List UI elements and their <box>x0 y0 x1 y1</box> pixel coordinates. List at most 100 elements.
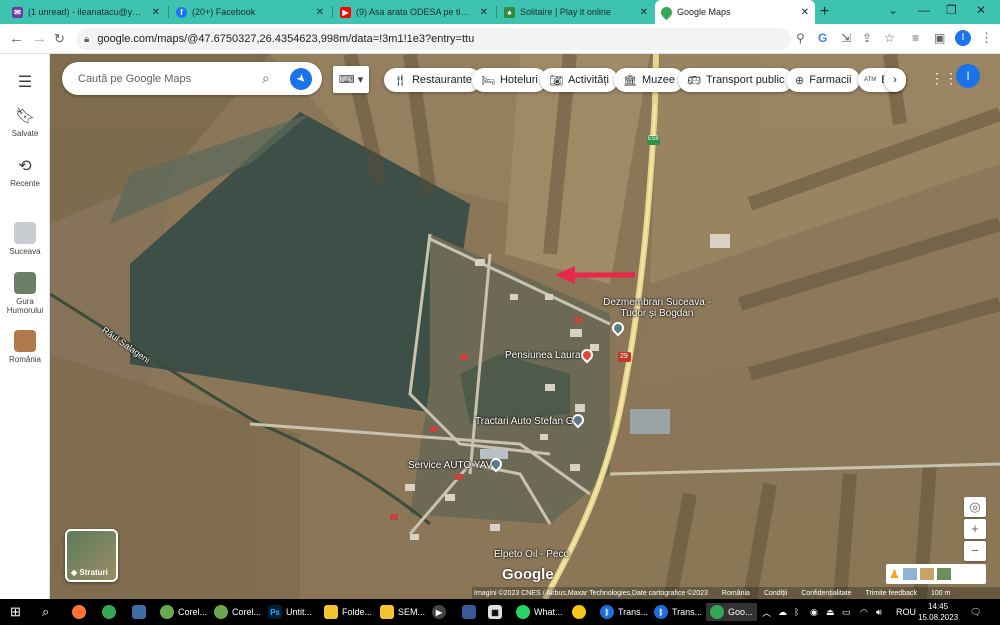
windows-start-icon[interactable]: ⊞ <box>10 603 21 621</box>
tray-bluetooth-icon[interactable]: ᛒ <box>794 603 799 621</box>
pharmacy-icon: ⊕ <box>795 74 805 87</box>
back-button[interactable]: ← <box>9 30 24 47</box>
close-icon[interactable]: ✕ <box>480 7 488 18</box>
taskbar-corel-1[interactable]: Corel... <box>160 603 207 621</box>
rail-saved[interactable]: 🔖︎ Salvate <box>0 106 50 138</box>
search-icon[interactable]: ⌕ <box>262 70 290 87</box>
tray-network-icon[interactable]: ▭ <box>842 603 851 621</box>
share-icon[interactable]: ⇪ <box>862 31 872 45</box>
chrome-menu-icon[interactable]: ⋮ <box>980 30 993 46</box>
chip-muzee[interactable]: 🏛︎ Muzee <box>614 68 684 92</box>
close-window-button[interactable]: ✕ <box>976 3 986 17</box>
rail-place-romania[interactable]: România <box>0 330 50 364</box>
place-label-tractari[interactable]: Tractari Auto Stefan G <box>475 416 574 427</box>
notifications-icon[interactable]: 🗨︎ <box>970 603 981 621</box>
tab-solitaire[interactable]: ♠ Solitaire | Play it online ✕ <box>498 2 654 22</box>
taskbar-folder-2[interactable]: SEM... <box>380 603 425 621</box>
tab-search-icon[interactable]: ⌄ <box>888 3 898 17</box>
taskbar-save[interactable] <box>462 603 480 621</box>
zoom-in-button[interactable]: + <box>964 519 986 539</box>
taskbar-bluetooth-1[interactable]: ᛒ Trans... <box>600 603 648 621</box>
restore-button[interactable]: ❐ <box>946 3 957 17</box>
tab-google-maps[interactable]: Google Maps ✕ <box>655 0 815 24</box>
taskbar-whatsapp[interactable]: What... <box>516 603 563 621</box>
search-input[interactable]: Caută pe Google Maps <box>78 73 262 85</box>
taskbar-chrome[interactable] <box>102 603 120 621</box>
location-icon[interactable]: ⚲ <box>796 31 805 45</box>
reading-list-icon[interactable]: ≡ <box>912 31 919 45</box>
taskbar-label: Folde... <box>342 607 373 617</box>
taskbar-corel-2[interactable]: Corel... <box>214 603 261 621</box>
close-icon[interactable]: ✕ <box>316 7 324 18</box>
search-icon[interactable]: ⌕ <box>42 603 49 621</box>
tray-volume-icon[interactable]: 🔊︎ <box>876 603 882 621</box>
taskbar-photoshop[interactable]: Ps Untit... <box>268 603 312 621</box>
taskbar-media[interactable]: ▶ <box>432 603 450 621</box>
close-icon[interactable]: ✕ <box>801 7 809 18</box>
minimize-button[interactable]: — <box>918 3 930 17</box>
tab-mail[interactable]: ✉ (1 unread) - ileanatacu@yahoo.c ✕ <box>6 2 166 22</box>
install-app-icon[interactable]: ⇲ <box>841 31 851 45</box>
photo-thumb-icon[interactable] <box>936 568 951 580</box>
tab-youtube[interactable]: ▶ (9) Asa arata ODESA pe timp de ✕ <box>334 2 494 22</box>
my-location-button[interactable]: ◎ <box>964 497 986 517</box>
street-view-strip[interactable]: ♟ <box>886 564 986 584</box>
layers-button[interactable]: ◈ Straturi <box>65 529 118 582</box>
close-icon[interactable]: ✕ <box>152 7 160 18</box>
taskbar-app[interactable] <box>132 603 150 621</box>
taskbar-folder-1[interactable]: Folde... <box>324 603 372 621</box>
site-info-icon[interactable]: 🔒︎ <box>84 34 89 45</box>
photo-thumb-icon[interactable] <box>902 568 917 580</box>
rail-place-gura-humorului[interactable]: Gura Humorului <box>0 272 50 315</box>
taskbar-google-maps[interactable]: Goo... <box>706 603 757 621</box>
chips-next-button[interactable]: › <box>884 68 906 92</box>
privacy-link[interactable]: Confidențialitate <box>801 590 851 597</box>
forward-button[interactable]: → <box>32 30 47 47</box>
chip-transport-public[interactable]: 🚌︎ Transport public <box>678 68 794 92</box>
chrome-profile-avatar[interactable]: I <box>955 30 971 46</box>
taskbar-bluetooth-2[interactable]: ᛒ Trans... <box>654 603 702 621</box>
new-tab-button[interactable]: + <box>820 3 829 21</box>
chip-restaurante[interactable]: 🍴︎ Restaurante <box>384 68 481 92</box>
tray-chevron-icon[interactable]: ︿ <box>762 603 771 621</box>
feedback-link[interactable]: Trimite feedback <box>866 590 917 597</box>
search-box[interactable]: Caută pe Google Maps ⌕ ➤ <box>62 62 322 95</box>
scale-bar[interactable]: 100 m <box>931 590 950 597</box>
photo-thumb-icon[interactable] <box>919 568 934 580</box>
side-panel-icon[interactable]: ▣ <box>934 31 945 45</box>
place-label-dezmembrari[interactable]: Dezmembrari Suceava - Tudor și Bogdan <box>602 297 712 319</box>
tray-cloud-icon[interactable]: ☁ <box>778 603 787 621</box>
taskbar-app-2[interactable] <box>572 603 590 621</box>
layer-toggle-button[interactable]: ⌨ ▾ <box>333 66 369 93</box>
pegman-icon[interactable]: ♟ <box>889 567 900 581</box>
bookmark-star-icon[interactable]: ☆ <box>884 31 895 45</box>
input-language[interactable]: ROU <box>896 603 916 621</box>
taskbar-calendar[interactable]: ▦ <box>488 603 506 621</box>
directions-icon[interactable]: ➤ <box>285 62 317 95</box>
terms-link[interactable]: Condiții <box>764 590 787 597</box>
place-label-service[interactable]: Service AUTO YAV <box>408 460 492 471</box>
zoom-out-button[interactable]: − <box>964 541 986 561</box>
tray-wifi-icon[interactable]: ◠ <box>860 603 868 621</box>
chip-hoteluri[interactable]: 🛏︎ Hoteluri <box>472 68 547 92</box>
chip-activitati[interactable]: 📷︎ Activități <box>540 68 618 92</box>
bookmark-icon: 🔖︎ <box>14 108 36 125</box>
rail-recent[interactable]: ⟲ Recente <box>0 156 50 188</box>
menu-button[interactable]: ☰ <box>0 72 50 95</box>
chip-farmacii[interactable]: ⊕ Farmacii <box>786 68 861 92</box>
google-lens-icon[interactable]: G <box>818 31 827 45</box>
address-bar[interactable]: 🔒︎ google.com/maps/@47.6750327,26.435462… <box>76 28 791 50</box>
account-avatar[interactable]: I <box>956 64 980 88</box>
close-icon[interactable]: ✕ <box>640 7 648 18</box>
place-label-elpeto[interactable]: Elpeto Oil - Peco <box>494 549 569 560</box>
tray-app-icon[interactable]: ◉ <box>810 603 818 621</box>
reload-button[interactable]: ↻ <box>54 31 65 47</box>
tray-usb-icon[interactable]: ⏏ <box>826 603 835 621</box>
country-link[interactable]: România <box>722 590 750 597</box>
satellite-map[interactable]: E58 29 Caută pe Google Maps ⌕ ➤ ⌨ ▾ 🍴︎ Re… <box>50 54 1000 599</box>
tab-facebook[interactable]: f (20+) Facebook ✕ <box>170 2 330 22</box>
rail-place-suceava[interactable]: Suceava <box>0 222 50 256</box>
place-label-pensiunea[interactable]: Pensiunea Laura <box>505 350 581 361</box>
system-clock[interactable]: 14:45 15.08.2023 <box>918 601 958 623</box>
taskbar-firefox[interactable] <box>72 603 90 621</box>
